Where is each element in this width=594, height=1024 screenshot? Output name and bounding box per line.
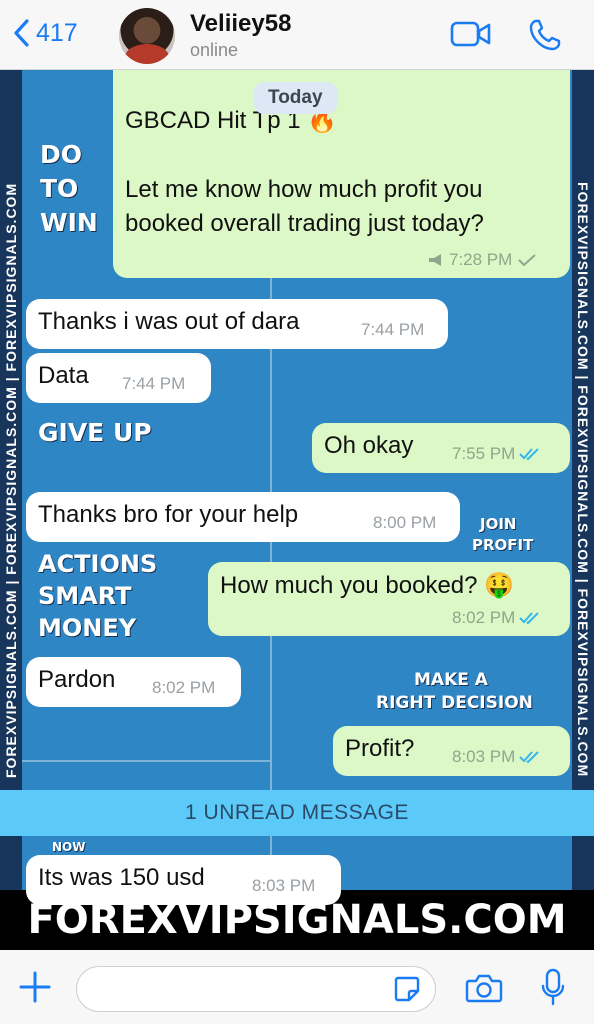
poster-text: TO	[40, 174, 79, 203]
message-time: 7:44 PM	[122, 374, 186, 393]
plus-icon[interactable]	[18, 970, 52, 1004]
megaphone-icon	[429, 254, 441, 266]
message-text: Data	[38, 362, 89, 389]
message-time: 8:03 PM	[452, 747, 516, 766]
message-bubble-incoming[interactable]: Its was 150 usd 8:03 PM	[26, 855, 341, 905]
message-time: 7:28 PM	[449, 250, 513, 269]
message-text: How much you booked? 🤑	[220, 572, 515, 599]
message-meta: 8:00 PM	[373, 513, 436, 533]
message-bubble-incoming[interactable]: Pardon 8:02 PM	[26, 657, 241, 707]
message-time: 8:03 PM	[252, 876, 316, 895]
poster-text: JOIN	[480, 515, 517, 533]
message-bubble-incoming[interactable]: Thanks i was out of dara 7:44 PM	[26, 299, 448, 349]
message-meta: 8:02 PM	[452, 608, 541, 628]
poster-text: SMART	[38, 582, 132, 610]
message-text: booked overall trading just today?	[125, 210, 484, 237]
poster-text: DO	[40, 140, 83, 169]
message-meta: 7:44 PM	[361, 320, 424, 340]
message-bubble-outgoing[interactable]: GBCAD Hit Tp 1 🔥 Let me know how much pr…	[113, 70, 570, 278]
message-input-bar	[0, 950, 594, 1024]
poster-text: MAKE A	[414, 670, 488, 690]
message-text: Let me know how much profit you	[125, 176, 483, 203]
message-time: 8:00 PM	[373, 513, 437, 532]
poster-text: GIVE UP	[38, 418, 152, 447]
unread-messages-banner: 1 UNREAD MESSAGE	[0, 790, 594, 836]
avatar[interactable]	[119, 8, 175, 64]
contact-name[interactable]: Veliiey58	[190, 10, 291, 38]
message-meta: 8:02 PM	[152, 678, 215, 698]
message-meta: 7:55 PM	[452, 444, 541, 464]
message-input[interactable]	[76, 966, 436, 1012]
double-check-icon	[519, 448, 540, 461]
message-text: Its was 150 usd	[38, 864, 205, 891]
message-text: Pardon	[38, 666, 116, 693]
message-bubble-outgoing[interactable]: Profit? 8:03 PM	[333, 726, 570, 776]
poster-text: NOW	[52, 840, 86, 854]
wallpaper-side-text-right: FOREXVIPSIGNALS.COM | FOREXVIPSIGNALS.CO…	[575, 182, 591, 778]
poster-text: PROFIT	[472, 536, 534, 554]
message-bubble-incoming[interactable]: Thanks bro for your help 8:00 PM	[26, 492, 460, 542]
poster-text: ACTIONS	[38, 550, 158, 578]
date-chip: Today	[254, 82, 337, 114]
message-bubble-incoming[interactable]: Data 7:44 PM	[26, 353, 211, 403]
poster-text: WIN	[40, 208, 98, 237]
message-bubble-outgoing[interactable]: Oh okay 7:55 PM	[312, 423, 570, 473]
wallpaper-line	[22, 760, 272, 762]
message-time: 8:02 PM	[152, 678, 216, 697]
message-time: 8:02 PM	[452, 608, 516, 627]
message-text: Oh okay	[324, 432, 414, 459]
message-text: Profit?	[345, 735, 415, 762]
single-check-icon	[518, 254, 536, 267]
video-call-icon[interactable]	[450, 20, 492, 48]
double-check-icon	[519, 612, 540, 625]
message-text: Thanks i was out of dara	[38, 308, 300, 335]
sticker-icon[interactable]	[393, 975, 421, 1003]
camera-icon[interactable]	[465, 972, 503, 1004]
message-time: 7:55 PM	[452, 444, 516, 463]
wallpaper-side-text-left: FOREXVIPSIGNALS.COM | FOREXVIPSIGNALS.CO…	[3, 182, 19, 778]
chat-header: 417 Veliiey58 online	[0, 0, 594, 70]
phone-icon[interactable]	[528, 18, 562, 52]
message-meta: 8:03 PM	[252, 876, 315, 896]
message-bubble-outgoing[interactable]: How much you booked? 🤑 8:02 PM	[208, 562, 570, 636]
chat-area[interactable]: FOREXVIPSIGNALS.COM | FOREXVIPSIGNALS.CO…	[0, 70, 594, 950]
chevron-left-icon	[14, 19, 29, 47]
poster-text: RIGHT DECISION	[376, 693, 533, 713]
contact-status: online	[190, 40, 239, 60]
back-button[interactable]: 417	[12, 18, 78, 48]
poster-text: MONEY	[38, 614, 137, 642]
message-meta: 8:03 PM	[452, 747, 541, 767]
message-time: 7:44 PM	[361, 320, 425, 339]
message-text: Thanks bro for your help	[38, 501, 299, 528]
message-meta: 7:44 PM	[122, 374, 185, 394]
microphone-icon[interactable]	[540, 968, 566, 1008]
message-meta: 7:28 PM	[427, 250, 538, 270]
unread-count: 417	[36, 18, 78, 47]
double-check-icon	[519, 751, 540, 764]
